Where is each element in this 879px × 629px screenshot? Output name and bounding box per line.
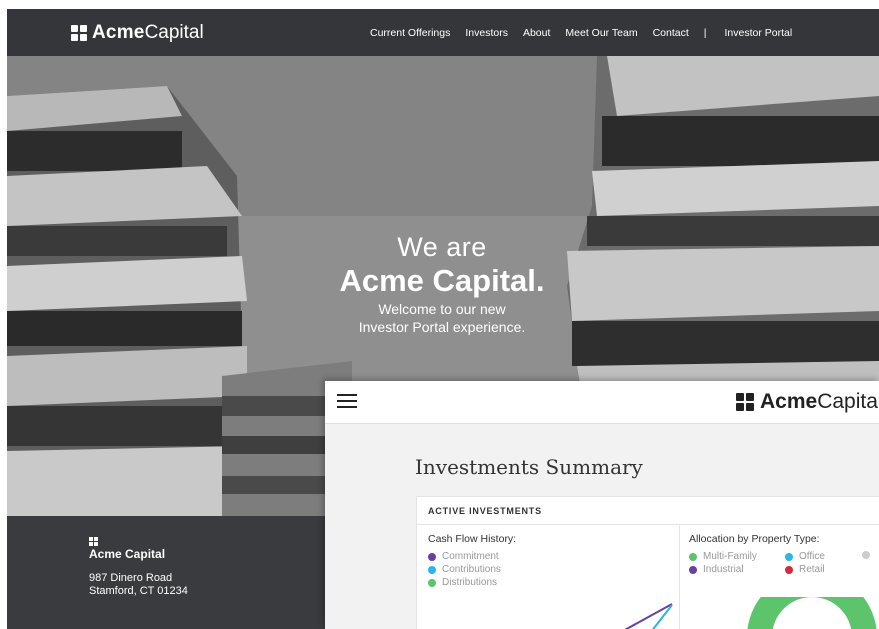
card-header-label: ACTIVE INVESTMENTS xyxy=(428,506,542,516)
legend-retail-label: Retail xyxy=(799,564,825,575)
hero-line-we-are: We are xyxy=(397,232,487,262)
cash-flow-chart xyxy=(624,603,673,629)
nav-about[interactable]: About xyxy=(523,27,550,39)
nav-links: Current Offerings Investors About Meet O… xyxy=(370,9,807,56)
logo-light-text: Capital xyxy=(144,22,204,43)
portal-logo[interactable]: Acme Capita xyxy=(736,390,878,414)
legend-commitment-label: Commitment xyxy=(442,551,499,562)
legend-contributions: Contributions xyxy=(428,564,501,575)
nav-investors[interactable]: Investors xyxy=(465,27,508,39)
logo-mark-icon xyxy=(71,25,87,41)
portal-logo-light: Capita xyxy=(817,390,878,413)
allocation-title: Allocation by Property Type: xyxy=(689,533,820,545)
distributions-dot-icon xyxy=(428,578,436,587)
top-navbar: Acme Capital Current Offerings Investors… xyxy=(7,9,879,56)
portal-logo-mark-icon xyxy=(736,393,754,411)
portal-logo-bold: Acme xyxy=(760,390,818,413)
footer-address-line1: 987 Dinero Road xyxy=(89,572,173,584)
contributions-dot-icon xyxy=(428,565,436,574)
allocation-donut-chart xyxy=(747,597,877,629)
legend-industrial: Industrial xyxy=(689,564,744,575)
website-mockup: Acme Capital Current Offerings Investors… xyxy=(7,9,879,629)
hamburger-menu-icon[interactable] xyxy=(337,394,357,410)
hero-portal-line: Investor Portal experience. xyxy=(358,319,526,335)
legend-multi-family: Multi-Family xyxy=(689,551,757,562)
active-investments-card: ACTIVE INVESTMENTS Cash Flow History: Co… xyxy=(416,496,879,629)
portal-preview: Acme Capita Investments Summary ACTIVE I… xyxy=(325,381,879,629)
legend-other xyxy=(862,551,876,559)
cash-flow-title: Cash Flow History: xyxy=(428,533,517,545)
nav-separator: | xyxy=(703,26,707,39)
office-dot-icon xyxy=(785,552,793,561)
page-title: Investments Summary xyxy=(415,455,643,479)
legend-retail: Retail xyxy=(785,564,825,575)
nav-investor-portal[interactable]: Investor Portal xyxy=(725,27,793,39)
legend-multi-family-label: Multi-Family xyxy=(703,551,757,562)
card-header: ACTIVE INVESTMENTS xyxy=(417,497,879,525)
legend-distributions-label: Distributions xyxy=(442,577,498,588)
nav-current-offerings[interactable]: Current Offerings xyxy=(370,27,450,39)
hero-text: We are Acme Capital. Welcome to our new … xyxy=(297,232,587,336)
other-dot-icon xyxy=(862,551,870,559)
legend-distributions: Distributions xyxy=(428,577,497,588)
footer-company-name: Acme Capital xyxy=(89,547,166,561)
footer-logo-icon xyxy=(89,537,98,546)
footer-address-line2: Stamford, CT 01234 xyxy=(89,585,188,597)
industrial-dot-icon xyxy=(689,565,697,574)
site-logo[interactable]: Acme Capital xyxy=(71,22,204,44)
contributions-line xyxy=(651,604,673,629)
legend-office: Office xyxy=(785,551,825,562)
logo-bold-text: Acme xyxy=(92,22,145,43)
retail-dot-icon xyxy=(785,565,793,574)
commitment-dot-icon xyxy=(428,552,436,561)
legend-industrial-label: Industrial xyxy=(703,564,744,575)
legend-office-label: Office xyxy=(799,551,825,562)
hero-company-name: Acme Capital. xyxy=(339,263,545,298)
legend-contributions-label: Contributions xyxy=(442,564,501,575)
hero-welcome-line: Welcome to our new xyxy=(378,301,506,317)
legend-commitment: Commitment xyxy=(428,551,499,562)
nav-meet-our-team[interactable]: Meet Our Team xyxy=(565,27,637,39)
footer-contact: Acme Capital 987 Dinero Road Stamford, C… xyxy=(7,516,325,629)
multi-family-segment xyxy=(747,597,877,629)
multi-family-dot-icon xyxy=(689,552,697,561)
nav-contact[interactable]: Contact xyxy=(653,27,689,39)
column-divider xyxy=(679,524,680,629)
portal-header: Acme Capita xyxy=(325,381,879,424)
